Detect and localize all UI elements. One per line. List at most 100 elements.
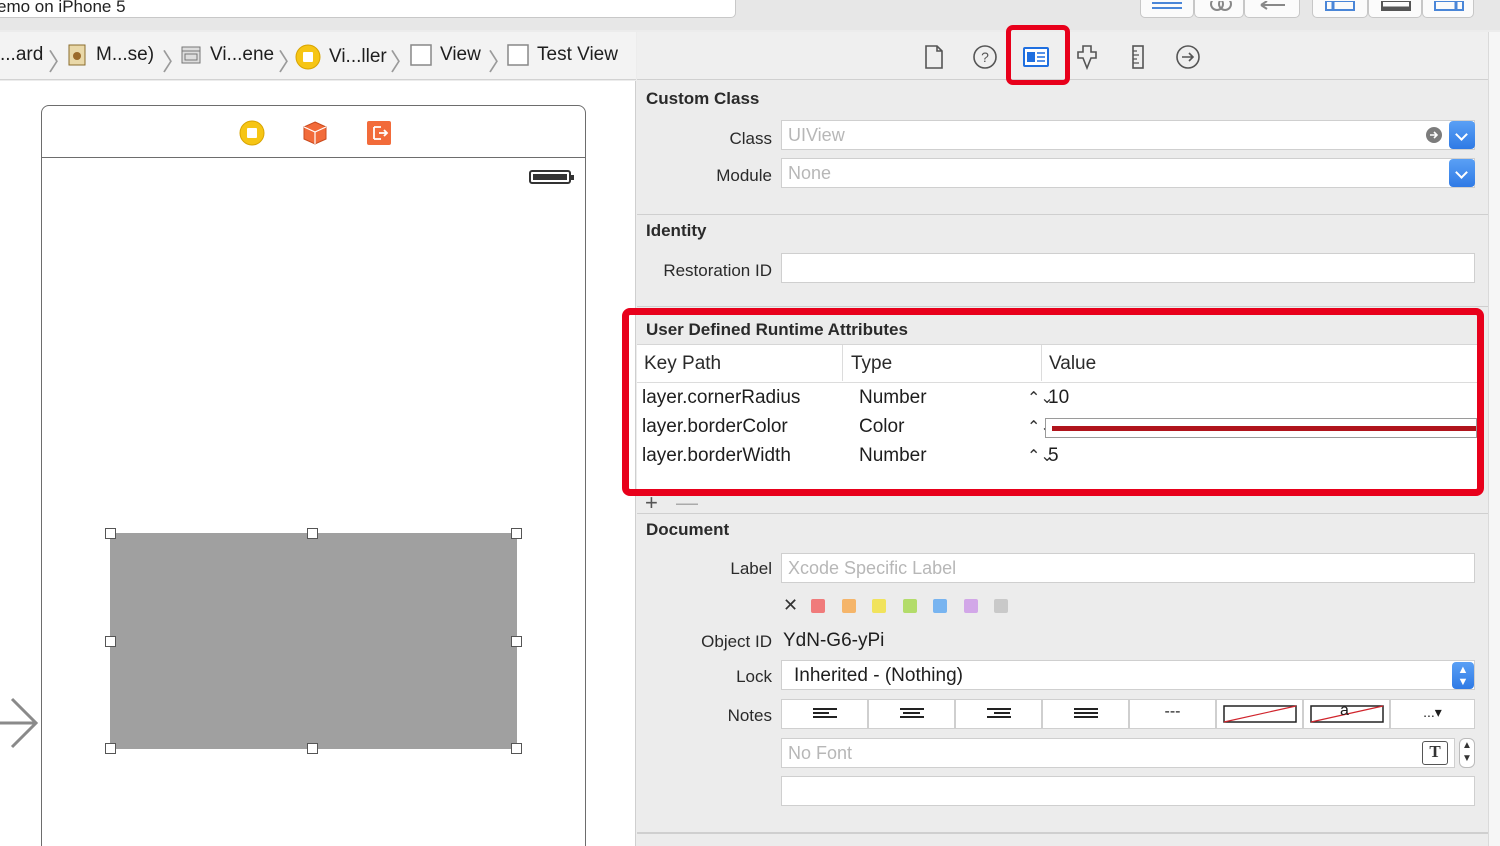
breadcrumb-storyboard[interactable]: ...ard <box>0 44 43 66</box>
editor-standard-button[interactable] <box>1140 0 1194 18</box>
xcode-label-field[interactable]: Xcode Specific Label <box>781 553 1475 583</box>
doc-label-label: Label <box>730 559 772 578</box>
first-responder-icon[interactable] <box>302 120 328 146</box>
section-divider <box>637 832 1488 833</box>
font-size-stepper-icon[interactable]: ▲ ▼ <box>1459 738 1475 768</box>
arrow-circle-icon[interactable] <box>1175 44 1201 70</box>
resize-handle[interactable] <box>511 528 522 539</box>
class-label: Class <box>729 129 772 148</box>
identity-tab-highlight <box>1006 25 1070 85</box>
label-color-swatch[interactable] <box>872 599 886 613</box>
editor-assistant-button[interactable] <box>1194 0 1244 18</box>
strike-box-button[interactable] <box>1216 699 1303 729</box>
view-icon <box>410 44 432 66</box>
view-icon <box>507 44 529 66</box>
lines-icon <box>1152 2 1182 9</box>
custom-class-section: Custom Class Class UIView Module None <box>637 81 1488 215</box>
label-color-swatch[interactable] <box>963 599 978 613</box>
restoration-id-field[interactable] <box>781 253 1475 283</box>
align-justify-icon <box>1073 708 1098 720</box>
resize-handle[interactable] <box>307 528 318 539</box>
breadcrumb-label: Vi...ller <box>329 46 387 67</box>
class-dropdown-button[interactable] <box>1449 121 1475 149</box>
label-color-swatch[interactable] <box>841 599 856 613</box>
align-left-button[interactable] <box>781 699 868 729</box>
inspector-scrollbar[interactable] <box>1488 32 1500 846</box>
section-title: Custom Class <box>646 89 760 108</box>
font-placeholder: No Font <box>788 743 853 763</box>
initial-view-arrow-icon <box>0 697 39 749</box>
resize-handle[interactable] <box>511 636 522 647</box>
line-style-button[interactable]: --- <box>1129 699 1216 729</box>
breadcrumb-view[interactable]: View <box>410 44 481 66</box>
breadcrumb-test-view[interactable]: Test View <box>507 44 618 66</box>
view-controller-icon[interactable] <box>239 120 265 146</box>
class-placeholder: UIView <box>788 125 845 145</box>
more-options-button[interactable]: ...▾ <box>1390 699 1475 729</box>
align-center-icon <box>899 708 924 720</box>
editor-version-button[interactable] <box>1244 0 1300 18</box>
left-panel-icon <box>1325 1 1355 11</box>
attributes-icon[interactable] <box>1074 44 1100 70</box>
notes-text-area[interactable] <box>781 776 1475 806</box>
restoration-id-label: Restoration ID <box>663 261 772 280</box>
resize-handle[interactable] <box>105 636 116 647</box>
jump-bar: ...ard 〉 M...se) 〉 Vi...ene 〉 Vi...ller … <box>0 32 636 80</box>
file-icon[interactable] <box>921 44 947 70</box>
window-toolbar: emo on iPhone 5 <box>0 0 1500 30</box>
exit-icon[interactable] <box>366 120 392 146</box>
lock-value: Inherited - (Nothing) <box>794 665 963 686</box>
toggle-utilities-button[interactable] <box>1422 0 1474 18</box>
breadcrumb-label: Vi...ene <box>210 44 275 65</box>
object-id-label: Object ID <box>701 632 772 651</box>
activity-title-field: emo on iPhone 5 <box>0 0 736 18</box>
clear-label-color-icon[interactable]: ✕ <box>783 595 798 616</box>
align-justify-button[interactable] <box>1042 699 1129 729</box>
help-icon[interactable]: ? <box>972 44 998 70</box>
runtime-attributes-highlight <box>622 308 1484 496</box>
toggle-debug-button[interactable] <box>1368 0 1422 18</box>
strikethrough-box-icon <box>1223 705 1297 723</box>
font-picker-icon[interactable]: T <box>1422 741 1448 765</box>
resize-handle[interactable] <box>307 743 318 754</box>
battery-icon <box>529 170 574 184</box>
xcode-label-placeholder: Xcode Specific Label <box>788 558 957 578</box>
align-right-button[interactable] <box>955 699 1042 729</box>
resize-handle[interactable] <box>105 743 116 754</box>
arrow-circle-icon[interactable] <box>1426 127 1442 143</box>
lock-popup-arrows-icon[interactable]: ▲ ▼ <box>1452 662 1474 689</box>
test-view[interactable] <box>110 533 517 749</box>
breadcrumb-storyboard-file[interactable]: M...se) <box>66 44 154 66</box>
resize-handle[interactable] <box>511 743 522 754</box>
lock-popup[interactable]: Inherited - (Nothing) <box>781 660 1475 690</box>
breadcrumb-scene[interactable]: Vi...ene <box>180 44 274 66</box>
lock-label: Lock <box>736 667 772 686</box>
text-color-button[interactable]: a <box>1303 699 1390 729</box>
class-combo-field[interactable]: UIView <box>781 120 1475 150</box>
align-left-icon <box>812 708 837 720</box>
storyboard-file-icon <box>68 44 86 66</box>
identity-section: Identity Restoration ID <box>637 215 1488 307</box>
module-combo-field[interactable]: None <box>781 158 1475 188</box>
breadcrumb-view-controller[interactable]: Vi...ller <box>295 44 387 70</box>
bottom-panel-icon <box>1381 1 1411 11</box>
module-placeholder: None <box>788 163 832 183</box>
text-color-letter: a <box>1340 702 1349 719</box>
ruler-icon[interactable] <box>1125 44 1151 70</box>
align-right-icon <box>986 708 1011 720</box>
section-title: Identity <box>646 221 707 240</box>
right-panel-icon <box>1434 1 1464 11</box>
label-color-swatch[interactable] <box>933 599 947 613</box>
resize-handle[interactable] <box>105 528 116 539</box>
font-field[interactable]: No Font T <box>781 738 1455 768</box>
toggle-navigator-button[interactable] <box>1312 0 1368 18</box>
module-label: Module <box>716 166 772 185</box>
breadcrumb-label: M...se) <box>96 44 155 65</box>
align-center-button[interactable] <box>868 699 955 729</box>
line-style-label: --- <box>1164 703 1181 720</box>
label-color-swatch[interactable] <box>902 599 917 613</box>
module-dropdown-button[interactable] <box>1449 159 1475 187</box>
label-color-swatch[interactable] <box>811 599 825 613</box>
activity-title: emo on iPhone 5 <box>0 0 126 16</box>
label-color-swatch[interactable] <box>994 599 1008 613</box>
